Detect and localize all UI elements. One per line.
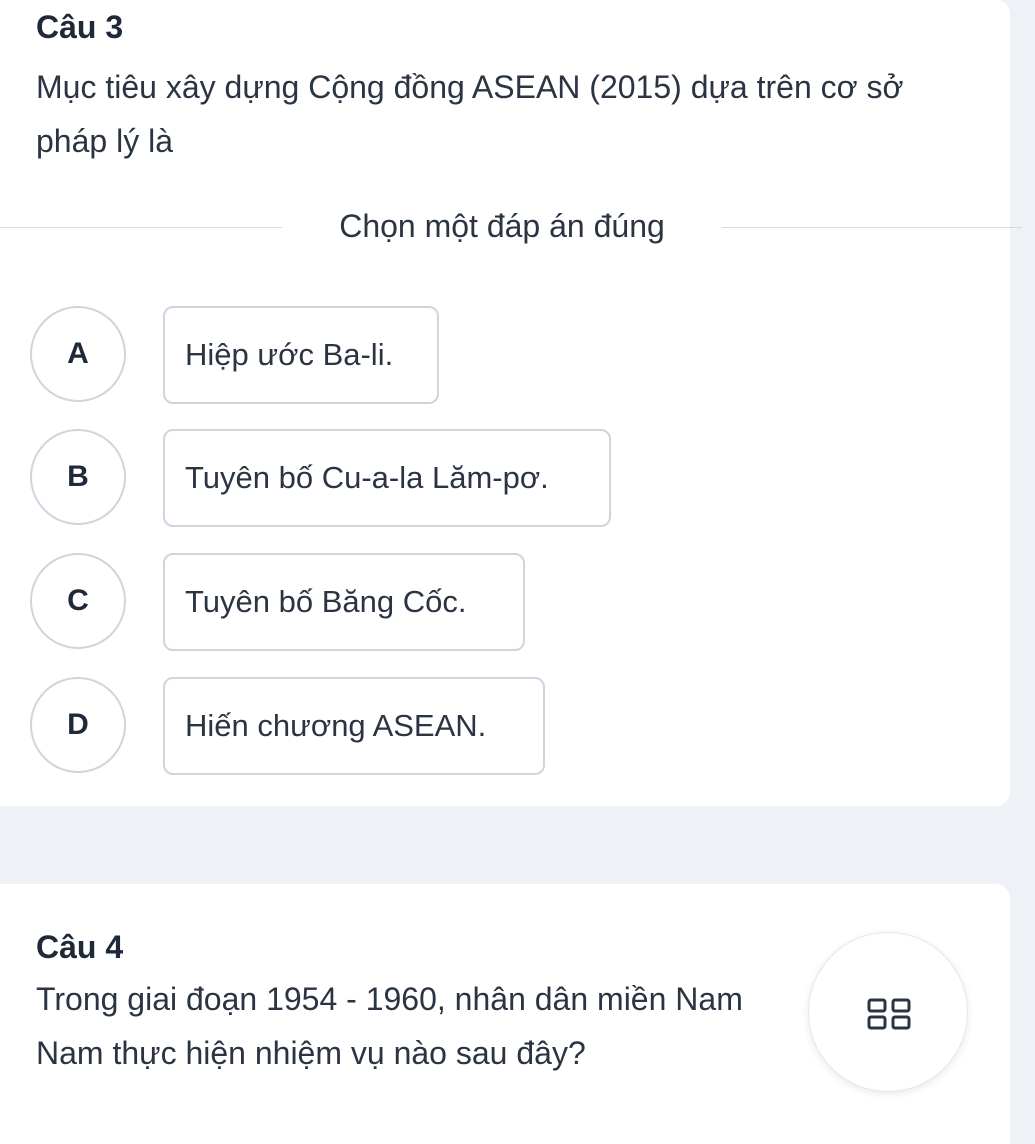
option-a-letter[interactable]: A — [30, 306, 126, 402]
option-d-answer[interactable]: Hiến chương ASEAN. — [163, 677, 545, 775]
option-b[interactable]: B Tuyên bố Cu-a-la Lăm-pơ. — [30, 429, 650, 529]
option-a-answer[interactable]: Hiệp ước Ba-li. — [163, 306, 439, 404]
question-4-text: Trong giai đoạn 1954 - 1960, nhân dân mi… — [36, 981, 743, 1071]
option-b-answer[interactable]: Tuyên bố Cu-a-la Lăm-pơ. — [163, 429, 611, 527]
option-c-letter[interactable]: C — [30, 553, 126, 649]
option-c-answer[interactable]: Tuyên bố Băng Cốc. — [163, 553, 525, 651]
option-d-letter[interactable]: D — [30, 677, 126, 773]
instruction-divider: Chọn một đáp án đúng — [0, 200, 1022, 256]
question-3-text: Mục tiêu xây dựng Cộng đồng ASEAN (2015)… — [36, 69, 904, 159]
divider-line-right — [722, 227, 1022, 228]
option-b-letter[interactable]: B — [30, 429, 126, 525]
question-4-label: Câu 4 — [36, 929, 124, 965]
question-3-label: Câu 3 — [36, 9, 124, 45]
question-grid-button[interactable] — [808, 932, 968, 1092]
option-a[interactable]: A Hiệp ước Ba-li. — [30, 306, 650, 406]
option-c[interactable]: C Tuyên bố Băng Cốc. — [30, 553, 650, 653]
option-d[interactable]: D Hiến chương ASEAN. — [30, 677, 650, 777]
grid-icon — [867, 998, 911, 1030]
question-card-3: Câu 3 Mục tiêu xây dựng Cộng đồng ASEAN … — [0, 0, 1022, 806]
